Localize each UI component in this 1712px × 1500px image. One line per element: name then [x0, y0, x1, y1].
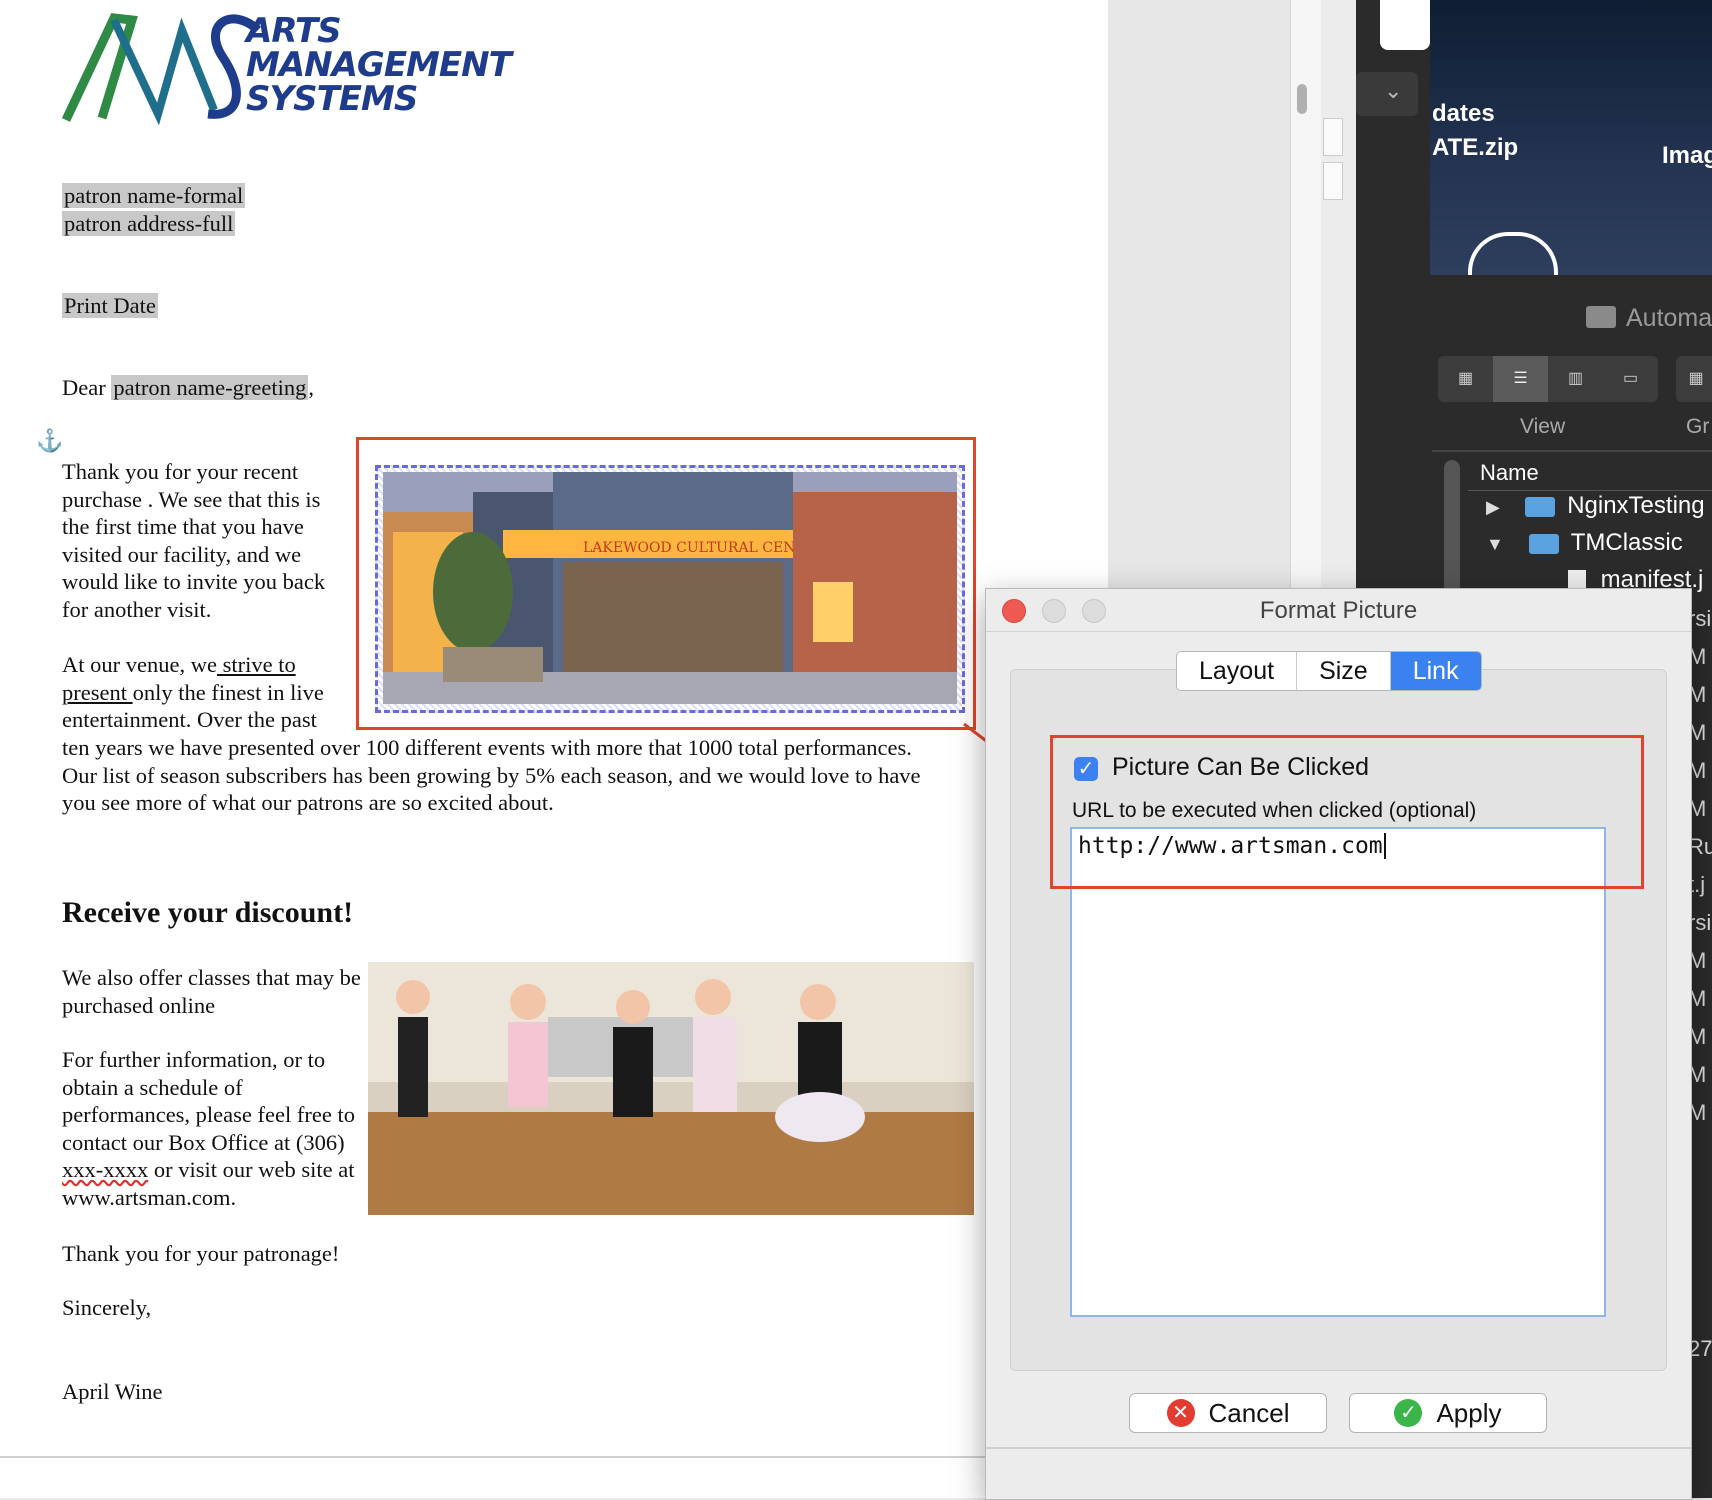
icon-view-icon[interactable]: ▦: [1438, 356, 1493, 402]
patron-address-field[interactable]: patron address-full: [62, 210, 236, 236]
group-label: Gr: [1686, 415, 1710, 438]
cancel-label: Cancel: [1208, 1398, 1290, 1428]
gallery-view-icon[interactable]: ▭: [1603, 356, 1658, 402]
view-label: View: [1520, 415, 1566, 438]
folder-icon: [1528, 533, 1559, 554]
finder-divider: [1432, 450, 1712, 452]
dance-class-image[interactable]: [368, 962, 974, 1215]
finder-path-bar: Automa: [1430, 290, 1712, 350]
dialog-title: Format Picture: [1259, 597, 1418, 624]
greeting-field[interactable]: patron name-greeting: [111, 375, 309, 400]
checkmark-icon: ✓: [1394, 1399, 1423, 1427]
anchor-icon[interactable]: ⚓: [36, 428, 63, 454]
patron-name-field[interactable]: patron name-formal: [62, 183, 246, 208]
ams-monogram-icon: [61, 13, 287, 126]
row-label: TMClassic: [1570, 529, 1683, 556]
cancel-icon: ✕: [1166, 1399, 1195, 1427]
apply-label: Apply: [1436, 1398, 1502, 1428]
sincerely-line: Sincerely,: [62, 1295, 152, 1320]
apply-button[interactable]: ✓ Apply: [1349, 1393, 1547, 1433]
logo-line-2: MANAGEMENT: [246, 45, 512, 85]
logo-line-1: ARTS: [246, 11, 342, 51]
paragraph-2-intro: At our venue, we strive to present only …: [62, 651, 352, 734]
desktop-file-label-2[interactable]: ATE.zip: [1432, 134, 1518, 162]
format-picture-dialog: Format Picture Layout Size Link ✓ Pictur…: [985, 588, 1692, 1500]
paragraph-2-continued: ten years we have presented over 100 dif…: [62, 735, 921, 816]
venue-sign-text: LAKEWOOD CULTURAL CENTER: [583, 540, 826, 556]
greeting-suffix: ,: [308, 375, 315, 400]
view-mode-segmented: ▦ ☰ ▥ ▭: [1438, 356, 1658, 402]
paragraph-1: Thank you for your recent purchase . We …: [62, 459, 326, 622]
para2-text-a: At our venue, we: [62, 652, 217, 677]
document-page: ARTS MANAGEMENT SYSTEMS patron name-form…: [0, 0, 1108, 1498]
greeting-line: Dear patron name-greeting,: [62, 374, 314, 402]
greeting-prefix: Dear: [62, 375, 112, 400]
disclosure-down-icon[interactable]: ▼: [1486, 534, 1504, 554]
chevron-down-icon: ⌄: [1384, 78, 1403, 103]
side-control[interactable]: [1323, 118, 1343, 156]
para4-text-a: For further information, or to obtain a …: [62, 1047, 355, 1155]
cancel-button[interactable]: ✕ Cancel: [1129, 1393, 1327, 1433]
discount-heading: Receive your discount!: [62, 896, 354, 929]
desktop-file-label-1[interactable]: dates: [1432, 100, 1495, 128]
side-control-2[interactable]: [1323, 162, 1343, 200]
link-highlight-box: [1050, 735, 1644, 889]
dialog-footer-divider: [986, 1447, 1691, 1449]
tab-layout[interactable]: Layout: [1177, 652, 1298, 690]
tab-link[interactable]: Link: [1390, 652, 1481, 690]
path-folder-label: Automa: [1626, 304, 1712, 332]
url-textarea[interactable]: http://www.artsman.com: [1070, 827, 1606, 1317]
tab-bar: Layout Size Link: [1176, 651, 1482, 691]
tab-size[interactable]: Size: [1297, 652, 1391, 690]
zip-file-icon[interactable]: [1380, 0, 1430, 50]
finder-row-nginxtesting[interactable]: ▶ NginxTesting: [1486, 492, 1705, 520]
name-column-header[interactable]: Name: [1480, 460, 1539, 486]
row-label: NginxTesting: [1567, 492, 1705, 519]
signature-line: April Wine: [62, 1379, 163, 1404]
header-divider: [1468, 490, 1712, 491]
group-icon[interactable]: ▦: [1676, 356, 1712, 402]
thanks-line: Thank you for your patronage!: [62, 1241, 340, 1266]
logo-text: ARTS MANAGEMENT SYSTEMS: [246, 11, 512, 119]
side-panel-strip: [1290, 0, 1343, 600]
disclosure-right-icon[interactable]: ▶: [1486, 497, 1500, 517]
finder-scrollbar[interactable]: [1444, 460, 1460, 600]
print-date-field[interactable]: Print Date: [62, 293, 158, 318]
scrollbar-thumb[interactable]: [1297, 84, 1307, 114]
folder-icon: [1586, 306, 1616, 328]
venue-building-image[interactable]: LAKEWOOD CULTURAL CENTER: [383, 472, 957, 704]
list-view-icon[interactable]: ☰: [1493, 356, 1548, 402]
phone-placeholder: xxx-xxxx: [62, 1157, 149, 1183]
logo-line-3: SYSTEMS: [246, 79, 418, 119]
folder-icon: [1524, 496, 1555, 517]
elephant-app-icon[interactable]: [1468, 232, 1558, 275]
desktop-wallpaper: dates ATE.zip Imag: [1430, 0, 1712, 275]
column-view-icon[interactable]: ▥: [1548, 356, 1603, 402]
paragraph-3: We also offer classes that may be purcha…: [62, 965, 361, 1018]
page-divider: [0, 1456, 1108, 1458]
paragraph-4: For further information, or to obtain a …: [62, 1046, 362, 1212]
dropdown-control[interactable]: ⌄: [1356, 72, 1418, 116]
desktop-file-label-3[interactable]: Imag: [1662, 142, 1712, 170]
finder-row-tmclassic[interactable]: ▼ TMClassic: [1486, 529, 1683, 557]
